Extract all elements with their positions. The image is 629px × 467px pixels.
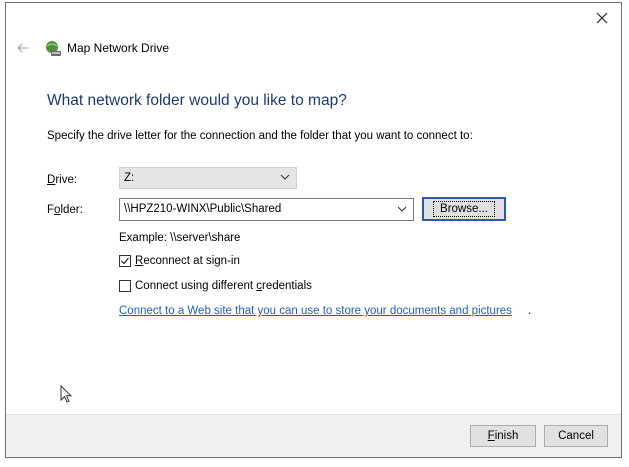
credentials-option[interactable]: Connect using different credentials xyxy=(119,280,312,292)
browse-button[interactable]: Browse... xyxy=(422,197,506,221)
back-arrow-icon xyxy=(17,43,28,53)
drive-label: Drive: xyxy=(47,174,78,186)
button-bar: Finish Cancel xyxy=(6,414,621,457)
reconnect-checkbox[interactable] xyxy=(119,255,131,267)
link-period: . xyxy=(528,305,532,317)
wizard-title: Map Network Drive xyxy=(67,41,170,55)
reconnect-label: Reconnect at sign-in xyxy=(135,255,240,267)
close-icon xyxy=(596,12,608,24)
credentials-label: Connect using different credentials xyxy=(135,280,312,292)
back-button[interactable] xyxy=(14,39,32,57)
web-site-link[interactable]: Connect to a Web site that you can use t… xyxy=(119,305,512,317)
cancel-button[interactable]: Cancel xyxy=(544,425,608,447)
page-heading: What network folder would you like to ma… xyxy=(47,92,347,109)
instructions-text: Specify the drive letter for the connect… xyxy=(47,130,473,142)
folder-value: \\HPZ210-WINX\Public\Shared xyxy=(124,203,282,215)
example-text: Example: \\server\share xyxy=(119,232,241,244)
folder-label: Folder: xyxy=(47,204,83,216)
checkmark-icon xyxy=(121,257,129,265)
finish-button[interactable]: Finish xyxy=(470,425,536,447)
mouse-cursor-icon xyxy=(60,385,73,403)
drive-select[interactable]: Z: xyxy=(119,167,297,189)
reconnect-option[interactable]: Reconnect at sign-in xyxy=(119,255,240,267)
map-network-drive-window: Map Network Drive What network folder wo… xyxy=(5,2,622,458)
folder-combobox[interactable]: \\HPZ210-WINX\Public\Shared xyxy=(119,198,414,221)
drive-value: Z: xyxy=(124,172,135,184)
chevron-down-icon xyxy=(280,174,290,180)
close-button[interactable] xyxy=(593,9,611,27)
browse-label: Browse... xyxy=(433,201,495,217)
finish-label: Finish xyxy=(487,430,519,442)
network-drive-icon xyxy=(46,41,61,56)
chevron-down-icon[interactable] xyxy=(397,203,407,215)
credentials-checkbox[interactable] xyxy=(119,280,131,292)
